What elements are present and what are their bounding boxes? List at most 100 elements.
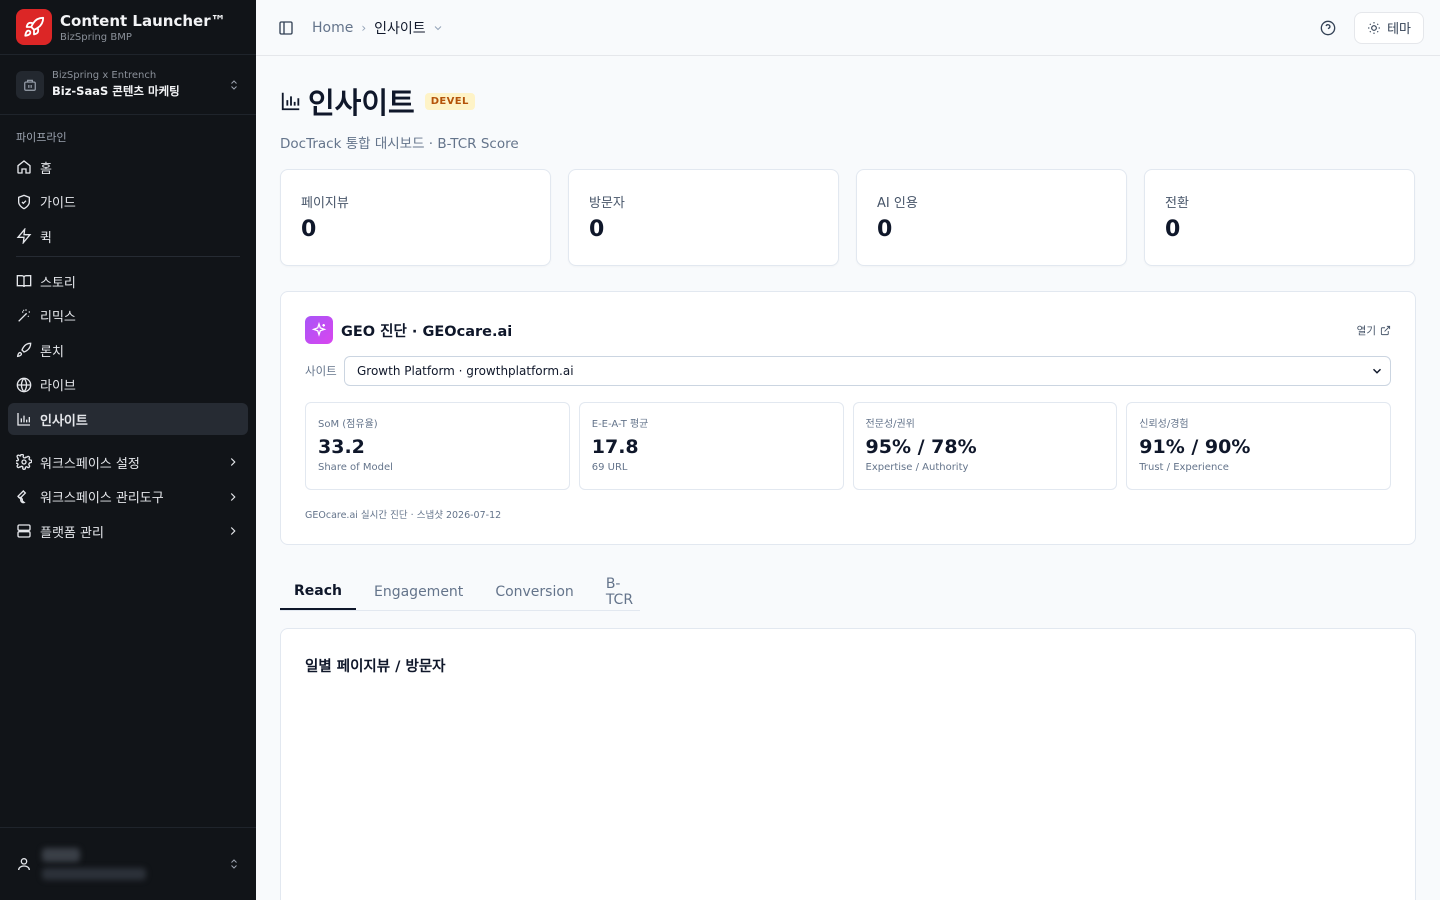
sparkles-icon xyxy=(305,316,333,344)
theme-button[interactable]: 테마 xyxy=(1354,11,1424,44)
env-badge: DEVEL xyxy=(424,92,475,110)
page-subtitle: DocTrack 통합 대시보드 · B-TCR Score xyxy=(280,136,519,152)
metric-sub: Share of Model xyxy=(318,462,393,473)
nav-divider xyxy=(16,256,240,257)
site-select-value: Growth Platform · growthplatform.ai xyxy=(357,364,574,378)
chevrons-up-down-icon xyxy=(231,859,237,869)
metric-sub: 69 URL xyxy=(591,462,628,473)
metric-label: 신뢰성/경험 xyxy=(1139,419,1189,430)
chevron-right-icon xyxy=(230,492,236,501)
globe-icon xyxy=(16,377,32,392)
sidebar-item-label: 스토리 xyxy=(40,275,76,291)
sidebar-item-home[interactable]: 홈 xyxy=(8,151,248,183)
sidebar-item-label: 리믹스 xyxy=(40,310,76,325)
stat-card-visitors: 방문자 0 xyxy=(568,169,839,266)
tab-reach[interactable]: Reach xyxy=(280,574,356,610)
sidebar-item-label: 론치 xyxy=(40,344,64,360)
wrench-icon xyxy=(17,489,27,503)
metric-value: 17.8 xyxy=(591,436,639,458)
sidebar-nav: 파이프라인 홈 가이드 퀵 스토리 리믹스 론치 라이브 인사이트 워크스페이스… xyxy=(0,115,256,827)
zap-icon xyxy=(16,228,32,244)
sidebar-item-label: 가이드 xyxy=(40,196,76,211)
bar-chart-icon xyxy=(281,92,300,111)
stat-card-pageviews: 페이지뷰 0 xyxy=(280,169,551,266)
metric-label: 전문성/권위 xyxy=(865,419,915,430)
sidebar-item-guide[interactable]: 가이드 xyxy=(8,186,248,218)
metric-trust-experience: 신뢰성/경험 91% / 90% Trust / Experience xyxy=(1126,402,1391,490)
tab-conversion[interactable]: Conversion xyxy=(481,574,588,610)
sidebar-item-label: 라이브 xyxy=(40,379,76,394)
sidebar-item-label: 워크스페이스 관리도구 xyxy=(40,491,164,506)
sidebar-item-label: 워크스페이스 설정 xyxy=(40,456,140,472)
page-title: 인사이트 xyxy=(308,86,415,120)
geo-title: GEO 진단 · GEOcare.ai xyxy=(341,323,513,340)
wand-icon xyxy=(18,308,30,322)
brand-header[interactable]: Content Launcher™ BizSpring BMP xyxy=(0,0,256,55)
breadcrumb-separator-icon: › xyxy=(361,20,367,35)
external-link-icon xyxy=(1380,325,1391,335)
geo-footer: GEOcare.ai 실시간 진단 · 스냅샷 2026-07-12 xyxy=(305,510,502,521)
chevron-down-icon[interactable] xyxy=(432,22,444,34)
sidebar-item-quick[interactable]: 퀵 xyxy=(8,220,248,252)
stat-label: 페이지뷰 xyxy=(301,196,349,211)
brand-title: Content Launcher™ xyxy=(60,11,226,30)
metric-som: SoM (점유율) 33.2 Share of Model xyxy=(305,402,570,490)
help-icon[interactable] xyxy=(1320,20,1336,36)
stat-card-conversions: 전환 0 xyxy=(1144,169,1415,266)
sidebar-item-story[interactable]: 스토리 xyxy=(8,265,248,297)
stat-label: AI 인용 xyxy=(877,196,918,211)
stat-label: 전환 xyxy=(1165,196,1189,211)
nav-group-label: 파이프라인 xyxy=(16,131,67,144)
building-icon xyxy=(16,70,44,99)
site-label: 사이트 xyxy=(305,364,337,378)
sidebar-item-remix[interactable]: 리믹스 xyxy=(8,300,248,332)
stat-value: 0 xyxy=(1165,217,1181,242)
chevron-down-icon xyxy=(1372,368,1382,374)
home-icon xyxy=(17,160,31,174)
chevron-right-icon xyxy=(230,527,236,535)
site-select[interactable]: Growth Platform · growthplatform.ai xyxy=(344,356,1391,386)
sidebar: Content Launcher™ BizSpring BMP BizSprin… xyxy=(0,0,256,900)
tab-engagement[interactable]: Engagement xyxy=(360,574,477,610)
brand-subtitle: BizSpring BMP xyxy=(60,31,132,43)
insight-tabs: Reach Engagement Conversion B-TCR xyxy=(280,574,640,611)
gear-icon xyxy=(16,454,32,470)
metric-sub: Expertise / Authority xyxy=(865,462,969,473)
sidebar-toggle-icon[interactable] xyxy=(278,20,294,36)
tab-btcr[interactable]: B-TCR xyxy=(592,574,647,610)
stat-value: 0 xyxy=(877,217,893,242)
theme-label: 테마 xyxy=(1387,22,1411,37)
chevron-right-icon xyxy=(230,458,236,466)
chevrons-up-down-icon xyxy=(228,79,240,91)
server-icon xyxy=(17,524,31,538)
metric-eeat: E-E-A-T 평균 17.8 69 URL xyxy=(578,402,844,490)
sidebar-item-insight[interactable]: 인사이트 xyxy=(8,403,248,435)
stat-value: 0 xyxy=(301,217,317,242)
sidebar-item-live[interactable]: 라이브 xyxy=(8,369,248,401)
metric-value: 91% / 90% xyxy=(1139,436,1251,458)
sidebar-item-workspace-admin[interactable]: 워크스페이스 관리도구 xyxy=(8,481,248,513)
bar-chart-icon xyxy=(17,413,30,426)
sidebar-item-workspace-settings[interactable]: 워크스페이스 설정 xyxy=(8,446,248,478)
sun-icon xyxy=(1368,21,1380,34)
nav-divider xyxy=(16,439,240,440)
stat-label: 방문자 xyxy=(589,196,625,211)
sidebar-item-launch[interactable]: 론치 xyxy=(8,334,248,366)
metric-sub: Trust / Experience xyxy=(1139,462,1229,473)
breadcrumb-current[interactable]: 인사이트 xyxy=(374,18,426,38)
workspace-switcher[interactable]: BizSpring x Entrench Biz-SaaS 콘텐츠 마케팅 xyxy=(0,55,256,115)
geo-open-label: 열기 xyxy=(1356,324,1376,337)
sidebar-item-label: 홈 xyxy=(40,161,52,177)
user-menu[interactable] xyxy=(0,827,256,900)
main-content: 인사이트 DEVEL DocTrack 통합 대시보드 · B-TCR Scor… xyxy=(280,56,1416,900)
geo-open-link[interactable]: 열기 xyxy=(1357,323,1391,338)
user-name-redacted xyxy=(42,848,80,862)
user-email-redacted xyxy=(42,868,146,880)
user-icon xyxy=(18,858,30,871)
workspace-name: Biz-SaaS 콘텐츠 마케팅 xyxy=(52,84,180,98)
sidebar-item-platform-admin[interactable]: 플랫폼 관리 xyxy=(8,515,248,547)
rocket-logo-icon xyxy=(16,9,52,45)
stat-card-ai-citations: AI 인용 0 xyxy=(856,169,1127,266)
page-header: 인사이트 DEVEL xyxy=(280,80,1416,122)
breadcrumb-home[interactable]: Home xyxy=(312,20,353,36)
